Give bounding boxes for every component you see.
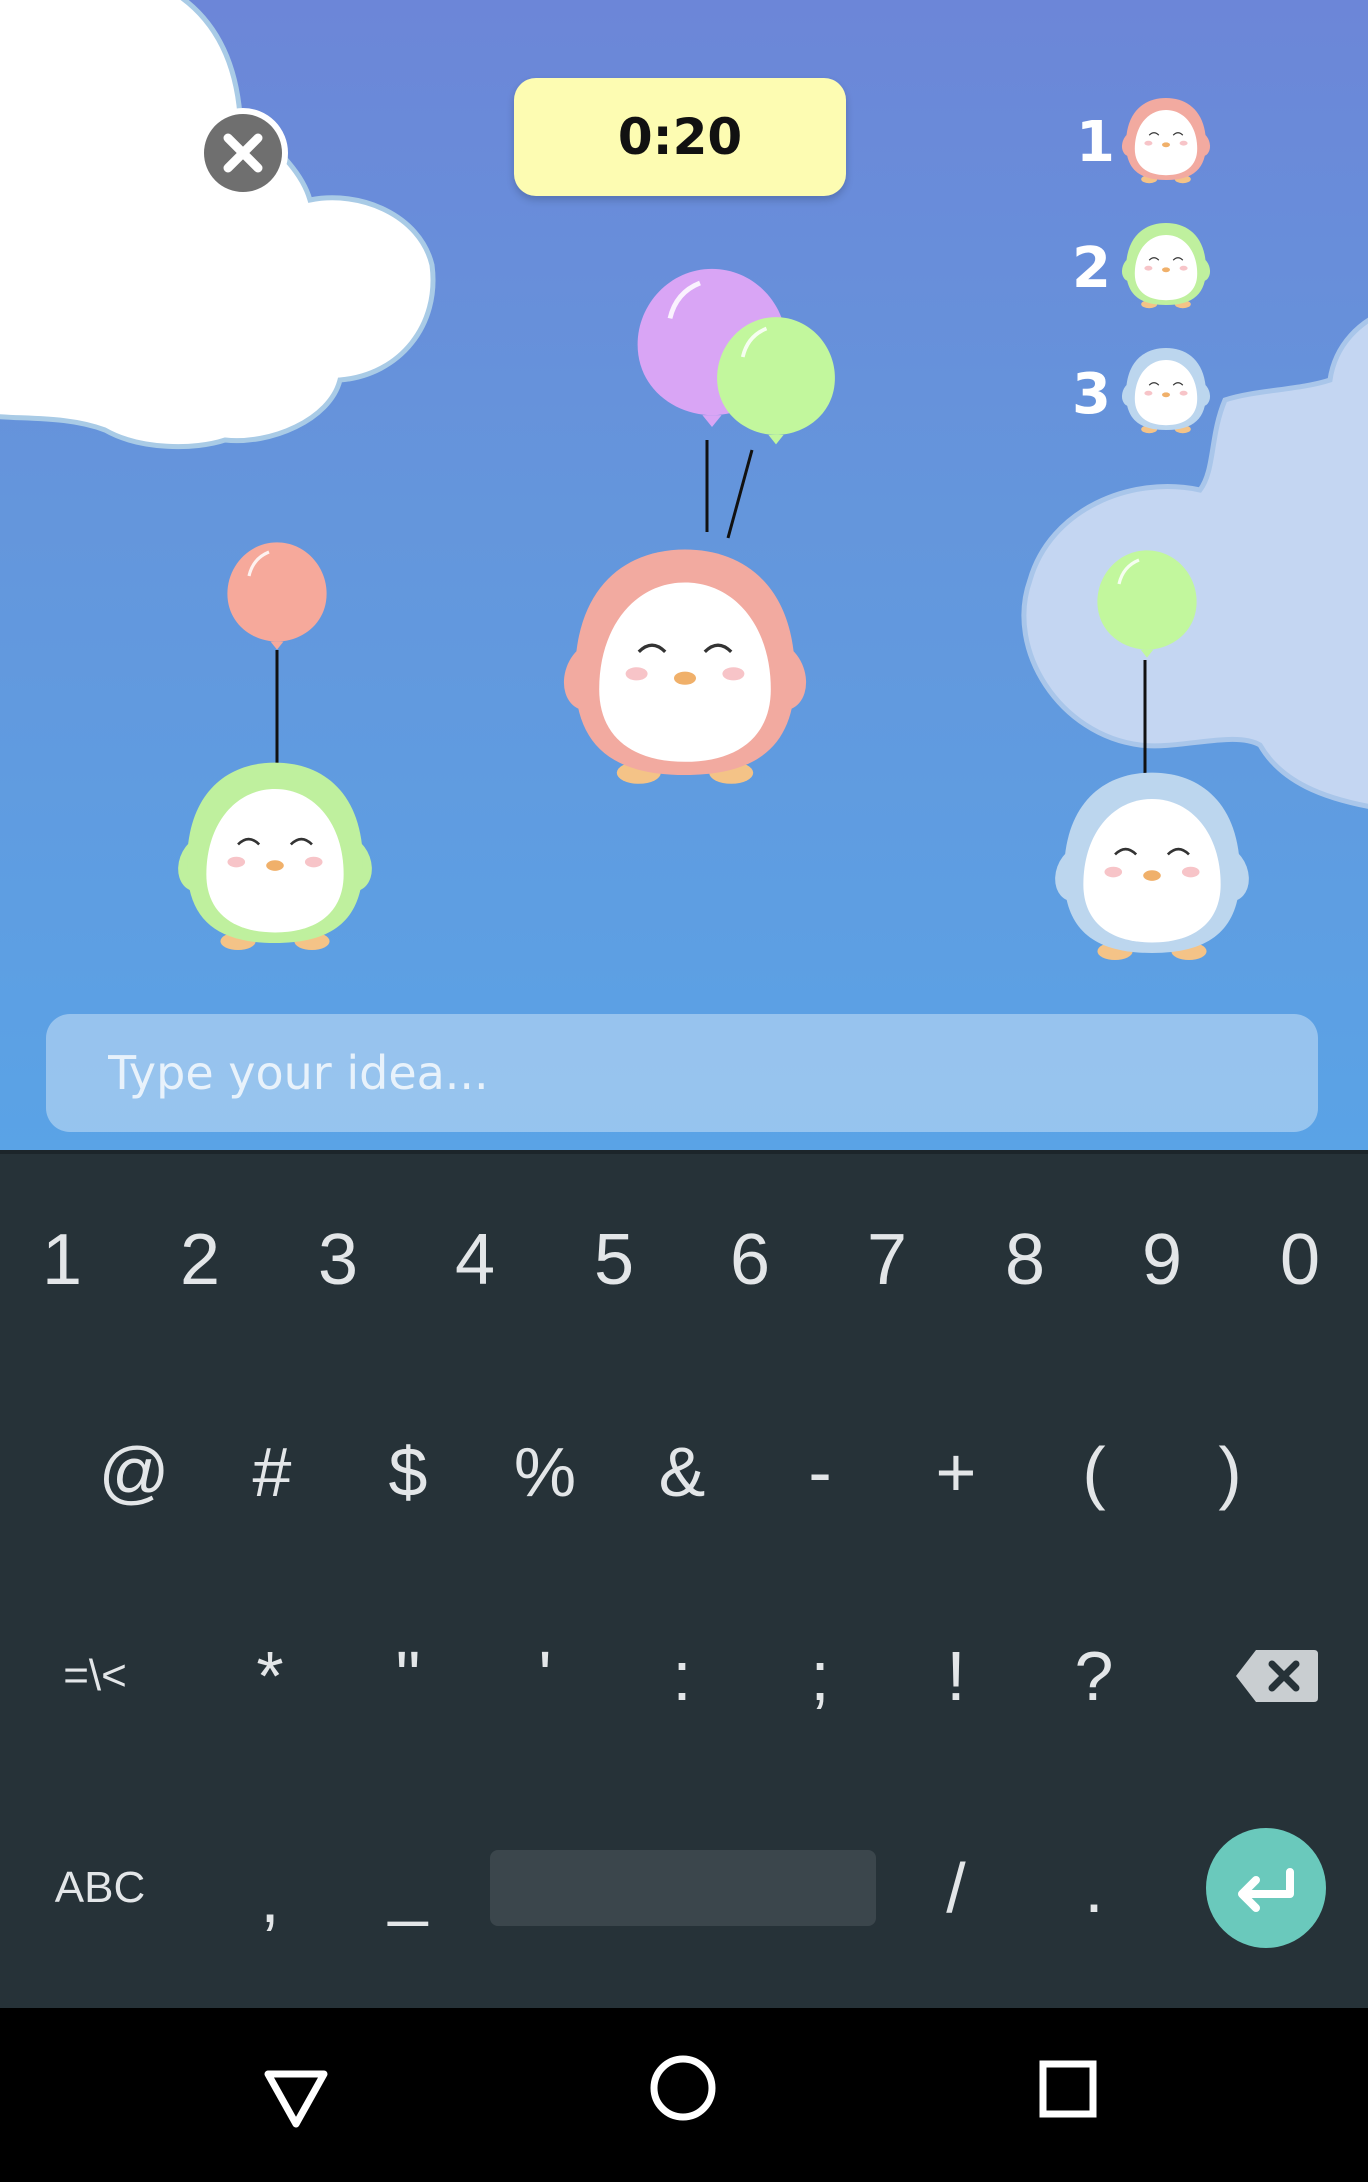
- key-0[interactable]: 0: [1250, 1210, 1350, 1310]
- leaderboard-penguin-icons: [1118, 97, 1214, 434]
- key-3[interactable]: 3: [288, 1210, 388, 1310]
- key-asterisk[interactable]: *: [220, 1626, 320, 1726]
- key-plus[interactable]: +: [906, 1422, 1006, 1522]
- key-7[interactable]: 7: [837, 1210, 937, 1310]
- key-2[interactable]: 2: [150, 1210, 250, 1310]
- system-navigation-bar: [0, 2008, 1368, 2178]
- key-at[interactable]: @: [84, 1422, 184, 1522]
- key-5[interactable]: 5: [564, 1210, 664, 1310]
- key-hash[interactable]: #: [222, 1422, 322, 1522]
- key-exclamation[interactable]: !: [906, 1626, 1006, 1726]
- nav-recents-button[interactable]: [988, 2008, 1148, 2178]
- game-scene: 0:20 1 2 3: [0, 0, 1368, 1150]
- key-double-quote[interactable]: ": [358, 1626, 458, 1726]
- enter-key[interactable]: [1206, 1828, 1326, 1948]
- key-percent[interactable]: %: [495, 1422, 595, 1522]
- penguin-right-with-balloon: [1046, 548, 1258, 962]
- penguin-left-with-balloon: [169, 540, 381, 952]
- space-key[interactable]: [490, 1850, 876, 1926]
- backspace-key[interactable]: [1222, 1636, 1332, 1716]
- key-8[interactable]: 8: [975, 1210, 1075, 1310]
- key-ampersand[interactable]: &: [632, 1422, 732, 1522]
- key-semicolon[interactable]: ;: [770, 1626, 870, 1726]
- key-underscore[interactable]: _: [358, 1838, 458, 1938]
- square-recents-icon: [1039, 2060, 1097, 2118]
- nav-back-button[interactable]: [216, 2008, 376, 2178]
- key-9[interactable]: 9: [1112, 1210, 1212, 1310]
- key-abc[interactable]: ABC: [30, 1838, 170, 1938]
- key-question[interactable]: ?: [1044, 1626, 1144, 1726]
- penguin-avatar-icon: [1118, 97, 1214, 184]
- key-minus[interactable]: -: [770, 1422, 870, 1522]
- key-colon[interactable]: :: [632, 1626, 732, 1726]
- key-single-quote[interactable]: ': [495, 1626, 595, 1726]
- key-4[interactable]: 4: [425, 1210, 525, 1310]
- key-comma[interactable]: ,: [220, 1848, 320, 1948]
- key-more-symbols[interactable]: =\<: [20, 1626, 170, 1726]
- key-left-paren[interactable]: (: [1044, 1422, 1144, 1522]
- circle-home-icon: [650, 2055, 716, 2121]
- key-1[interactable]: 1: [12, 1210, 112, 1310]
- triangle-back-icon: [264, 2070, 328, 2128]
- key-right-paren[interactable]: ): [1180, 1422, 1280, 1522]
- enter-arrow-icon: [1238, 1868, 1294, 1912]
- idea-input[interactable]: [46, 1014, 1318, 1132]
- penguin-avatar-icon: [1118, 347, 1214, 434]
- nav-home-button[interactable]: [603, 2008, 763, 2178]
- key-6[interactable]: 6: [700, 1210, 800, 1310]
- key-dollar[interactable]: $: [358, 1422, 458, 1522]
- key-period[interactable]: .: [1044, 1838, 1144, 1938]
- penguin-avatar-icon: [1118, 222, 1214, 309]
- backspace-icon: [1236, 1650, 1318, 1702]
- key-slash[interactable]: /: [906, 1838, 1006, 1938]
